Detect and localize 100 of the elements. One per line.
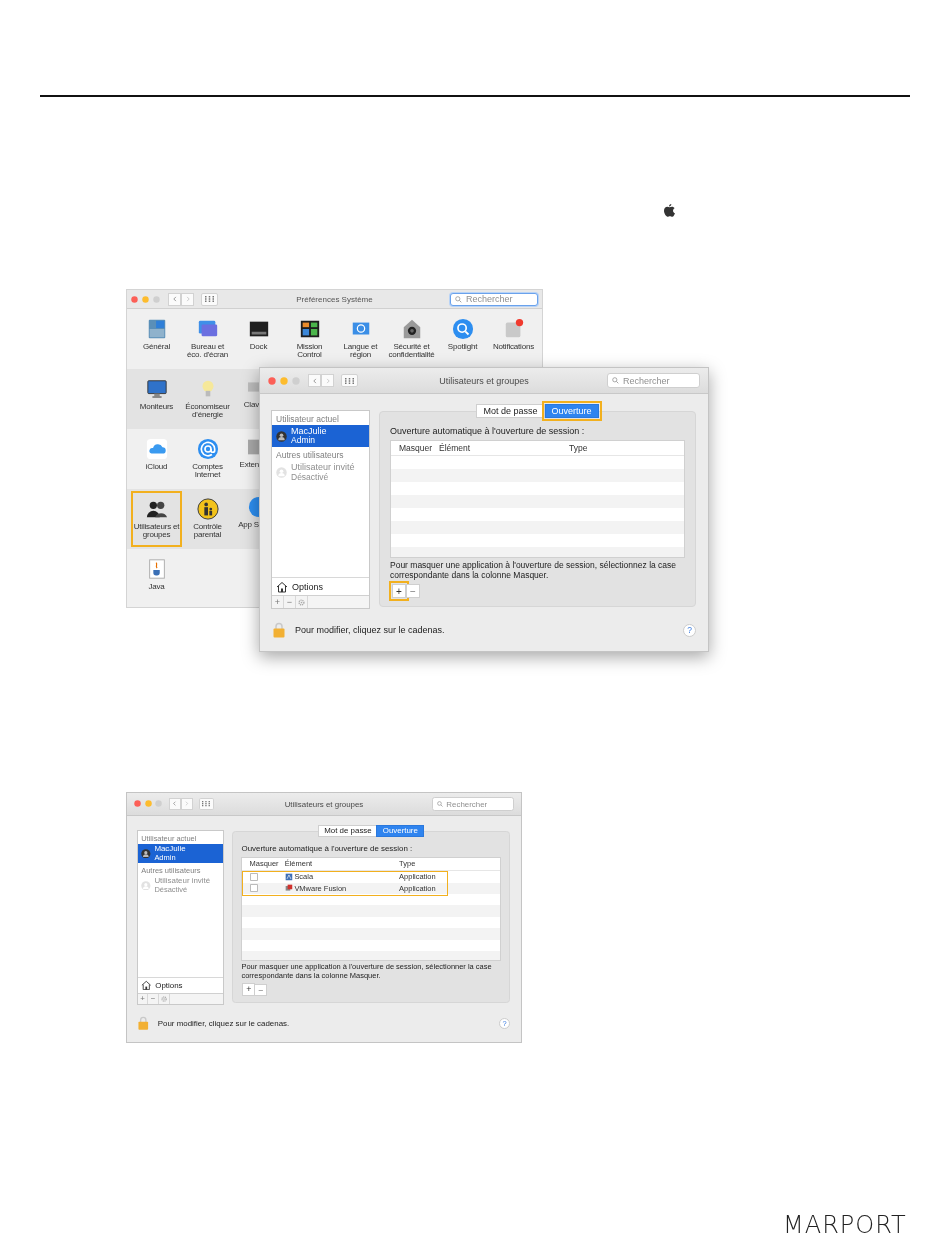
search-field[interactable]: Rechercher — [450, 292, 538, 306]
house-icon — [276, 580, 288, 593]
window-title: Préférences Système — [296, 294, 373, 304]
remove-button[interactable]: − — [284, 596, 296, 608]
remove-button[interactable]: − — [406, 584, 420, 598]
cloud-icon — [145, 438, 168, 460]
grid-button[interactable] — [198, 798, 214, 810]
apple-icon — [664, 204, 675, 217]
avatar-icon — [141, 848, 151, 859]
preference-item[interactable]: Langue et région — [335, 311, 386, 367]
column-header[interactable]: Type — [569, 443, 684, 453]
preference-item[interactable]: Dock — [233, 311, 284, 367]
avatar-icon — [276, 430, 287, 442]
gear-button[interactable] — [296, 596, 308, 608]
chevron-left-icon — [172, 800, 178, 808]
gear-icon — [298, 598, 305, 606]
search-field[interactable]: Rechercher — [607, 373, 700, 388]
chevron-left-icon — [311, 376, 318, 385]
remove-button[interactable]: − — [254, 983, 267, 997]
status-text: Pour modifier, cliquez sur le cadenas. — [157, 1019, 290, 1028]
preference-item[interactable]: Java — [131, 551, 182, 607]
app-icon — [248, 496, 259, 518]
window-title: Utilisateurs et groupes — [284, 799, 364, 809]
section-heading: Ouverture automatique à l'ouverture de session : — [241, 844, 414, 854]
help-button[interactable]: ? — [683, 623, 696, 637]
chevron-right-icon — [184, 295, 191, 303]
tab[interactable]: Mot de passe — [317, 824, 378, 838]
chevron-left-icon — [171, 295, 178, 303]
zoom-icon[interactable] — [155, 800, 163, 808]
search-icon — [612, 377, 619, 384]
back-button[interactable] — [168, 292, 181, 306]
lock-icon — [138, 1016, 149, 1031]
family-icon — [196, 498, 219, 520]
preference-item[interactable]: Spotlight — [437, 311, 488, 367]
minimize-icon[interactable] — [280, 376, 288, 385]
section-header: Utilisateur actuel — [275, 413, 340, 425]
remove-button[interactable]: − — [148, 993, 159, 1005]
close-icon[interactable] — [268, 376, 276, 385]
monitor-icon — [145, 378, 168, 400]
column-header[interactable]: Élément — [439, 443, 569, 453]
grid-icon — [205, 296, 214, 302]
windows-icon — [298, 318, 321, 340]
tab[interactable]: Ouverture — [544, 404, 599, 418]
section-header: Autres utilisateurs — [275, 449, 345, 462]
house-icon — [141, 979, 152, 991]
preference-item[interactable]: Contrôle parental — [182, 491, 233, 547]
preference-item[interactable]: Utilisateurs et groupes — [131, 491, 182, 547]
chevron-right-icon — [184, 800, 190, 808]
back-button[interactable] — [308, 374, 321, 387]
preference-item[interactable]: Notifications — [488, 311, 539, 367]
checkbox[interactable] — [249, 872, 258, 881]
preference-item[interactable]: Sécurité et confidentialité — [386, 311, 437, 367]
zoom-icon[interactable] — [292, 376, 300, 385]
preference-item[interactable]: Économiseur d'énergie — [182, 371, 233, 427]
preference-item[interactable]: Moniteurs — [131, 371, 182, 427]
minimize-icon[interactable] — [144, 800, 152, 808]
grid-icon — [345, 377, 354, 384]
lock-icon — [273, 622, 285, 638]
app-icon — [284, 872, 293, 881]
forward-button[interactable] — [181, 292, 194, 306]
search-icon — [455, 295, 462, 303]
options-button[interactable]: Options — [137, 976, 223, 993]
preference-item[interactable]: Bureau et éco. d'écran — [182, 311, 233, 367]
add-button[interactable]: + — [392, 584, 406, 598]
user-list-item[interactable]: MacJulie Admin — [272, 425, 369, 448]
preference-item[interactable]: iCloud — [131, 431, 182, 487]
preference-item[interactable]: Exten — [233, 431, 259, 487]
gear-icon — [160, 995, 167, 1002]
close-icon[interactable] — [131, 295, 138, 303]
preference-item[interactable]: Général — [131, 311, 182, 367]
forward-button[interactable] — [180, 798, 193, 810]
avatar-icon — [141, 880, 151, 891]
search-icon — [451, 318, 474, 340]
forward-button[interactable] — [321, 374, 334, 387]
minimize-icon[interactable] — [142, 295, 149, 303]
back-button[interactable] — [169, 798, 181, 810]
preference-item[interactable]: App S — [233, 491, 259, 547]
section-heading: Ouverture automatique à l'ouverture de session : — [390, 426, 586, 436]
zoom-icon[interactable] — [153, 295, 160, 303]
hint-text: Pour masquer une application à l'ouverture de session, sélectionnez la case correspondante dans la colonne Masquer. — [390, 561, 678, 580]
close-icon[interactable] — [134, 800, 142, 808]
grid-button[interactable] — [341, 374, 358, 387]
search-field[interactable]: Rechercher — [432, 797, 514, 811]
overlapping-squares-icon — [284, 884, 293, 893]
tab[interactable]: Mot de passe — [476, 404, 545, 418]
preference-item[interactable]: Clav — [233, 371, 259, 427]
preference-item[interactable]: Comptes Internet — [182, 431, 233, 487]
column-header[interactable]: Masquer — [391, 443, 439, 453]
gear-button[interactable] — [159, 993, 170, 1005]
status-text: Pour modifier, cliquez sur le cadenas. — [295, 625, 445, 635]
chevron-right-icon — [324, 376, 331, 385]
search-icon — [436, 800, 443, 808]
add-button[interactable]: + — [137, 993, 149, 1005]
tab[interactable]: Ouverture — [376, 824, 425, 838]
preference-item[interactable]: Mission Control — [284, 311, 335, 367]
at-sign-icon — [196, 438, 219, 460]
logo: MARPORT — [783, 1210, 907, 1239]
checkbox[interactable] — [249, 884, 258, 893]
grid-button[interactable] — [201, 292, 218, 306]
add-button[interactable]: + — [272, 596, 284, 608]
